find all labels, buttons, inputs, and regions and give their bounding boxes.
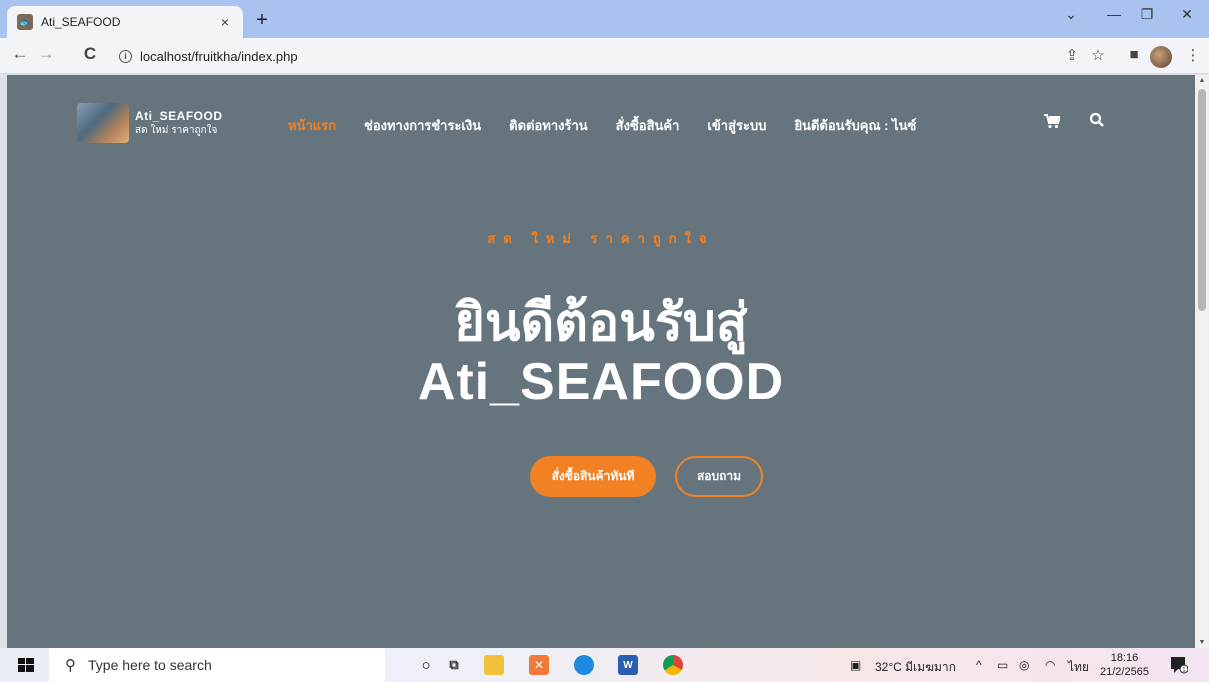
cart-icon[interactable] — [1044, 114, 1062, 133]
browser-tab-strip: 🐟 Ati_SEAFOOD × + ⌄ — ❐ ✕ — [0, 0, 1209, 38]
search-magnifier-icon: ⚲ — [65, 657, 76, 674]
tab-search-chevron-icon[interactable]: ⌄ — [1061, 6, 1081, 23]
cortana-icon[interactable]: ○ — [416, 655, 436, 675]
main-nav: หน้าแรก ช่องทางการชำระเงิน ติดต่อทางร้าน… — [288, 115, 944, 136]
site-logo[interactable]: Ati_SEAFOOD สด ใหม่ ราคาถูกใจ — [77, 103, 223, 143]
edge-icon[interactable] — [574, 655, 594, 675]
reload-icon[interactable]: C — [79, 44, 101, 64]
clock-time: 18:16 — [1110, 652, 1139, 664]
web-page: Ati_SEAFOOD สด ใหม่ ราคาถูกใจ หน้าแรก ช่… — [7, 75, 1195, 648]
profile-avatar[interactable] — [1150, 46, 1172, 68]
clock-date: 21/2/2565 — [1100, 666, 1149, 678]
tab-close-icon[interactable]: × — [217, 14, 233, 30]
order-now-button[interactable]: สั่งซื้อสินค้าทันที — [530, 456, 656, 497]
logo-title: Ati_SEAFOOD — [135, 108, 223, 123]
weather-icon[interactable]: ▣ — [850, 658, 861, 672]
battery-icon[interactable]: ▭ — [997, 658, 1008, 672]
nav-order[interactable]: สั่งซื้อสินค้า — [616, 115, 680, 136]
input-language[interactable]: ไทย — [1068, 658, 1089, 677]
tab-title: Ati_SEAFOOD — [41, 15, 121, 29]
tray-chevron-icon[interactable]: ^ — [976, 658, 982, 672]
network-icon[interactable]: ◎ — [1019, 658, 1029, 672]
wifi-icon[interactable]: ◠ — [1045, 658, 1055, 672]
nav-welcome-user[interactable]: ยินดีต้อนรับคุณ : ไนซ์ — [794, 115, 916, 136]
nav-home[interactable]: หน้าแรก — [288, 115, 336, 136]
inquiry-button[interactable]: สอบถาม — [675, 456, 763, 497]
site-favicon-icon: 🐟 — [17, 14, 33, 30]
hero-title-line2: Ati_SEAFOOD — [417, 353, 785, 411]
back-arrow-icon[interactable]: ← — [9, 44, 31, 64]
xampp-icon[interactable]: ✕ — [529, 655, 549, 675]
scroll-up-icon[interactable]: ▲ — [1195, 77, 1209, 84]
nav-payment[interactable]: ช่องทางการชำระเงิน — [364, 115, 481, 136]
restore-icon[interactable]: ❐ — [1137, 6, 1157, 23]
new-tab-button[interactable]: + — [251, 9, 273, 32]
weather-text[interactable]: 32°C มีเมฆมาก — [875, 658, 956, 677]
chrome-icon[interactable] — [663, 655, 683, 675]
file-explorer-icon[interactable] — [484, 655, 504, 675]
scrollbar-thumb[interactable] — [1198, 89, 1206, 311]
nav-contact[interactable]: ติดต่อทางร้าน — [509, 115, 588, 136]
forward-arrow-icon[interactable]: → — [35, 44, 57, 64]
taskbar-search-placeholder: Type here to search — [88, 657, 212, 673]
system-clock[interactable]: 18:16 21/2/2565 — [1100, 651, 1149, 679]
scroll-down-icon[interactable]: ▼ — [1195, 639, 1209, 646]
browser-toolbar: ← → C i localhost/fruitkha/index.php ⇪ ☆… — [0, 38, 1209, 74]
site-info-icon[interactable]: i — [119, 49, 132, 63]
share-icon[interactable]: ⇪ — [1062, 46, 1082, 64]
windows-start-icon[interactable] — [18, 658, 34, 672]
nav-login[interactable]: เข้าสู่ระบบ — [707, 115, 766, 136]
browser-tab[interactable]: 🐟 Ati_SEAFOOD × — [7, 6, 243, 38]
windows-taskbar: ⚲ Type here to search ○ ⧉ ✕ W ▣ 32°C มีเ… — [0, 648, 1209, 682]
word-icon[interactable]: W — [618, 655, 638, 675]
chrome-menu-icon[interactable]: ⋮ — [1183, 46, 1203, 64]
hero-tagline: สด ใหม่ ราคาถูกใจ — [487, 231, 715, 246]
taskbar-search-input[interactable]: ⚲ Type here to search — [49, 648, 385, 682]
hero-title-line1: ยินดีต้อนรับสู่ — [454, 294, 748, 352]
search-icon[interactable] — [1089, 112, 1107, 130]
task-view-icon[interactable]: ⧉ — [444, 655, 464, 675]
bookmark-star-icon[interactable]: ☆ — [1088, 46, 1108, 64]
side-panel-icon[interactable]: ■ — [1124, 46, 1144, 63]
page-scrollbar[interactable]: ▲ ▼ — [1195, 75, 1209, 648]
logo-subtitle: สด ใหม่ ราคาถูกใจ — [135, 124, 218, 136]
notification-icon[interactable]: 1 — [1170, 656, 1189, 674]
logo-image — [77, 103, 129, 143]
url-text: localhost/fruitkha/index.php — [140, 48, 298, 64]
minimize-icon[interactable]: — — [1104, 6, 1124, 22]
address-bar[interactable]: i localhost/fruitkha/index.php — [107, 43, 1107, 69]
close-window-icon[interactable]: ✕ — [1177, 6, 1197, 23]
